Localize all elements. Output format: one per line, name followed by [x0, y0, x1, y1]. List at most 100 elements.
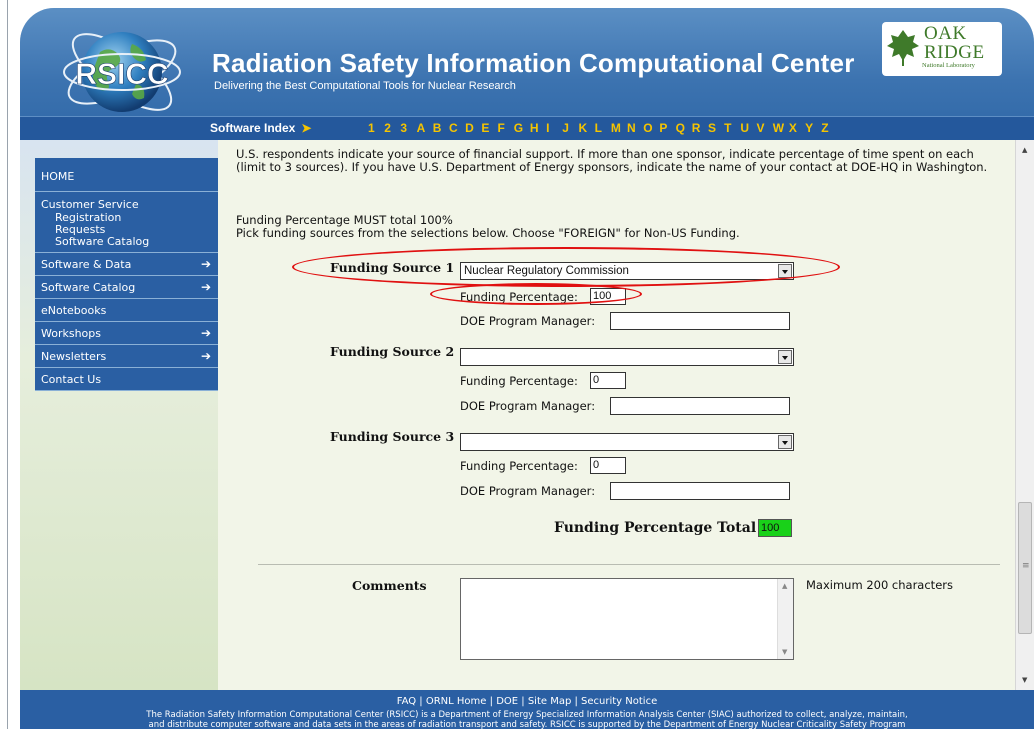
index-letter-o[interactable]: O: [643, 121, 659, 135]
footer-link-faq[interactable]: FAQ: [397, 696, 416, 707]
oak-word: OAK: [924, 23, 967, 44]
sidebar-item-newsletters[interactable]: Newsletters ➔: [35, 345, 221, 368]
index-letter-d[interactable]: D: [465, 121, 481, 135]
index-letter-a[interactable]: A: [417, 121, 433, 135]
dropdown-arrow-icon[interactable]: [778, 350, 792, 364]
index-letter-b[interactable]: B: [433, 121, 449, 135]
funding-percentage-2-input[interactable]: 0: [590, 372, 626, 389]
index-letter-y[interactable]: Y: [805, 121, 821, 135]
dropdown-arrow-icon[interactable]: [778, 264, 792, 278]
sidebar-item-software-data[interactable]: Software & Data ➔: [35, 253, 221, 276]
funding-source-2-select[interactable]: [460, 348, 794, 366]
doe-manager-3-input[interactable]: [610, 482, 790, 500]
page-scrollbar[interactable]: ▲ ≡ ▼: [1015, 140, 1034, 690]
funding-instructions: U.S. respondents indicate your source of…: [236, 147, 988, 174]
funding-source-1-value: Nuclear Regulatory Commission: [464, 265, 629, 277]
index-letter-c[interactable]: C: [449, 121, 465, 135]
funding-source-2-label: Funding Source 2: [330, 344, 455, 359]
funding-source-1-select[interactable]: Nuclear Regulatory Commission: [460, 262, 794, 280]
section-divider: [258, 564, 1000, 565]
index-letter-g[interactable]: G: [514, 121, 530, 135]
index-letter-e[interactable]: E: [481, 121, 497, 135]
footer-separator: |: [518, 696, 528, 707]
index-letter-w[interactable]: W: [773, 121, 789, 135]
alphabet-index: 123ABCDEFGHIJKLMNOPQRSTUVWXYZ: [368, 121, 837, 135]
sidebar-item-label: Workshops: [41, 327, 102, 340]
window-left-edge: [0, 0, 8, 729]
footer-link-doe[interactable]: DOE: [496, 696, 518, 707]
site-subtitle: Delivering the Best Computational Tools …: [214, 80, 516, 92]
sidebar-subitem-software-catalog[interactable]: Software Catalog: [41, 236, 215, 248]
footer-description: The Radiation Safety Information Computa…: [146, 710, 908, 729]
scroll-down-icon[interactable]: ▼: [1022, 676, 1027, 684]
oak-ridge-logo[interactable]: OAK RIDGE National Laboratory: [882, 22, 1002, 76]
sidebar-item-workshops[interactable]: Workshops ➔: [35, 322, 221, 345]
index-letter-j[interactable]: J: [562, 121, 578, 135]
funding-form: U.S. respondents indicate your source of…: [236, 147, 1000, 660]
funding-percentage-3-input[interactable]: 0: [590, 457, 626, 474]
scroll-up-icon[interactable]: ▲: [1022, 146, 1027, 154]
sidebar-item-customer-service[interactable]: Customer Service: [41, 198, 215, 211]
arrow-right-icon: ➔: [200, 349, 211, 363]
footer-separator: |: [571, 696, 582, 707]
doe-manager-3-label: DOE Program Manager:: [460, 484, 596, 498]
index-letter-1[interactable]: 1: [368, 121, 384, 135]
footer-separator: |: [416, 696, 426, 707]
arrow-right-icon: ➔: [200, 280, 211, 294]
funding-percentage-2-label: Funding Percentage:: [460, 374, 578, 388]
index-letter-s[interactable]: S: [708, 121, 724, 135]
scrollbar-thumb[interactable]: ≡: [1018, 502, 1032, 634]
index-letter-v[interactable]: V: [757, 121, 773, 135]
index-letter-z[interactable]: Z: [821, 121, 837, 135]
selection-instructions: Pick funding sources from the selections…: [236, 226, 740, 240]
sidebar-group-customer-service: Customer Service Registration Requests S…: [35, 192, 221, 253]
index-letter-2[interactable]: 2: [384, 121, 400, 135]
sidebar-item-label: Newsletters: [41, 350, 107, 363]
scroll-down-icon[interactable]: ▼: [782, 648, 787, 656]
comments-max-note: Maximum 200 characters: [806, 578, 953, 592]
funding-source-3-label: Funding Source 3: [330, 429, 455, 444]
index-letter-n[interactable]: N: [627, 121, 643, 135]
index-letter-m[interactable]: M: [611, 121, 627, 135]
rsicc-globe-logo[interactable]: RSICC: [60, 14, 184, 130]
index-letter-3[interactable]: 3: [400, 121, 416, 135]
index-letter-f[interactable]: F: [498, 121, 514, 135]
index-letter-u[interactable]: U: [740, 121, 756, 135]
funding-percentage-1-input[interactable]: 100: [590, 288, 626, 305]
footer-links: FAQ | ORNL Home | DOE | Site Map | Secur…: [20, 696, 1034, 707]
index-letter-k[interactable]: K: [578, 121, 594, 135]
funding-source-3-select[interactable]: [460, 433, 794, 451]
index-letter-h[interactable]: H: [530, 121, 546, 135]
index-letter-i[interactable]: I: [546, 121, 562, 135]
index-letter-l[interactable]: L: [595, 121, 611, 135]
index-letter-p[interactable]: P: [659, 121, 675, 135]
index-letter-r[interactable]: R: [692, 121, 708, 135]
page-shell: RSICC Radiation Safety Information Compu…: [20, 8, 1034, 729]
sidebar-item-home[interactable]: HOME: [35, 158, 221, 192]
sidebar-item-label: Software & Data: [41, 258, 132, 271]
scroll-up-icon[interactable]: ▲: [782, 582, 787, 590]
site-footer: FAQ | ORNL Home | DOE | Site Map | Secur…: [20, 690, 1034, 729]
dropdown-arrow-icon[interactable]: [778, 435, 792, 449]
sidebar-item-enotebooks[interactable]: eNotebooks: [35, 299, 221, 322]
funding-total-label: Funding Percentage Total: [554, 520, 757, 536]
index-letter-x[interactable]: X: [789, 121, 805, 135]
comments-textarea[interactable]: ▲ ▼: [460, 578, 794, 660]
arrow-right-icon: ➤: [301, 121, 312, 135]
textarea-scrollbar[interactable]: ▲ ▼: [777, 579, 793, 659]
sidebar-item-label: eNotebooks: [41, 304, 107, 317]
site-header: RSICC Radiation Safety Information Compu…: [20, 8, 1034, 140]
doe-manager-1-input[interactable]: [610, 312, 790, 330]
sidebar-item-contact-us[interactable]: Contact Us: [35, 368, 221, 391]
index-letter-q[interactable]: Q: [676, 121, 692, 135]
oak-ridge-tagline: National Laboratory: [922, 62, 975, 69]
footer-link-ornl-home[interactable]: ORNL Home: [426, 696, 487, 707]
sidebar-item-software-catalog[interactable]: Software Catalog ➔: [35, 276, 221, 299]
doe-manager-2-input[interactable]: [610, 397, 790, 415]
index-letter-t[interactable]: T: [724, 121, 740, 135]
footer-link-site-map[interactable]: Site Map: [528, 696, 571, 707]
footer-link-security-notice[interactable]: Security Notice: [581, 696, 657, 707]
arrow-right-icon: ➔: [200, 326, 211, 340]
software-index-label[interactable]: Software Index: [210, 121, 295, 135]
footer-separator: |: [486, 696, 497, 707]
